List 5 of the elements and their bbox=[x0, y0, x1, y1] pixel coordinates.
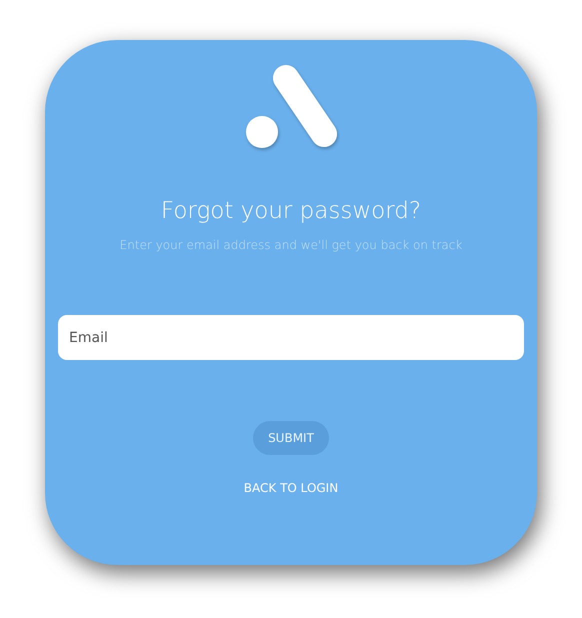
subtitle-text: Enter your email address and we'll get you back on track bbox=[120, 238, 462, 252]
back-to-login-link[interactable]: BACK TO LOGIN bbox=[244, 481, 338, 495]
submit-button[interactable]: SUBMIT bbox=[253, 421, 329, 455]
email-field[interactable]: Email bbox=[58, 315, 524, 360]
page-title: Forgot your password? bbox=[160, 198, 422, 224]
